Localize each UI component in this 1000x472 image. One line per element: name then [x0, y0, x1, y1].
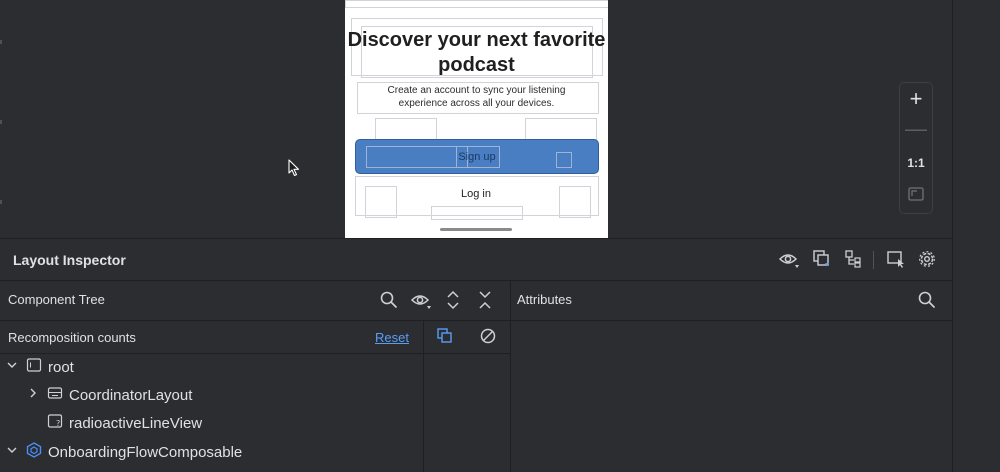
- skip-count-icon[interactable]: [479, 327, 499, 347]
- right-tool-strip: [952, 0, 1000, 472]
- tree-node-radioactivelineview[interactable]: ? radioactiveLineView: [47, 409, 202, 437]
- compose-icon: [26, 441, 42, 463]
- tree-node-label: CoordinatorLayout: [69, 386, 193, 404]
- layout-inspector-title: Layout Inspector: [13, 252, 126, 268]
- fit-screen-icon[interactable]: [900, 187, 932, 206]
- recomposition-counts-bar: Recomposition counts Reset: [0, 321, 510, 354]
- collapse-all-icon[interactable]: [476, 290, 496, 310]
- preview-headline: Discover your next favorite podcast: [347, 29, 606, 76]
- zoom-controls: + — 1:1: [899, 82, 933, 214]
- select-pointer-icon[interactable]: [886, 249, 906, 269]
- layout-inspector-header: Layout Inspector: [0, 238, 952, 281]
- attributes-title: Attributes: [517, 292, 572, 307]
- gesture-home-bar: [440, 228, 512, 231]
- gear-icon[interactable]: [917, 249, 937, 269]
- preview-subtitle: Create an account to sync your listening…: [387, 85, 566, 109]
- chevron-down-icon[interactable]: [6, 358, 18, 376]
- wireframe-box: [345, 0, 608, 8]
- reset-link[interactable]: Reset: [375, 330, 409, 345]
- mouse-cursor-icon: [288, 159, 300, 182]
- component-tree-panel: Component Tree Recomposition counts Rese…: [0, 280, 511, 472]
- snapshot-icon[interactable]: [812, 249, 832, 269]
- search-icon[interactable]: [917, 290, 937, 310]
- component-tree-title: Component Tree: [8, 292, 105, 307]
- layout-icon: [47, 385, 63, 406]
- chevron-right-icon[interactable]: [27, 386, 39, 404]
- component-tree-header: Component Tree: [0, 280, 510, 321]
- device-preview[interactable]: Discover your next favorite podcast Crea…: [345, 0, 608, 238]
- view-icon: [26, 357, 42, 378]
- eye-icon[interactable]: [778, 249, 799, 269]
- attributes-header: Attributes: [511, 280, 952, 321]
- recomposition-counts-label: Recomposition counts: [8, 330, 136, 345]
- expand-all-icon[interactable]: [444, 290, 464, 310]
- tree-node-coordinatorlayout[interactable]: CoordinatorLayout: [27, 381, 192, 409]
- wireframe-box: [525, 118, 597, 140]
- tree-node-label: radioactiveLineView: [69, 414, 203, 432]
- zoom-out-button[interactable]: —: [900, 117, 932, 141]
- tree-node-root[interactable]: root: [6, 353, 74, 381]
- zoom-in-button[interactable]: +: [900, 87, 932, 111]
- preview-login-button[interactable]: Log in: [355, 178, 597, 210]
- tree-node-label: root: [48, 358, 74, 376]
- search-icon[interactable]: [379, 290, 399, 310]
- device-canvas[interactable]: Discover your next favorite podcast Crea…: [0, 0, 952, 238]
- actual-size-button[interactable]: 1:1: [900, 156, 932, 170]
- chevron-down-icon[interactable]: [6, 443, 18, 461]
- wireframe-box: [556, 152, 572, 168]
- toolbar-separator: [873, 251, 874, 269]
- recomposition-count-icon[interactable]: [436, 327, 456, 347]
- preview-signup-button[interactable]: Sign up: [355, 139, 599, 174]
- svg-text:?: ?: [56, 419, 60, 428]
- layer-spacing-icon[interactable]: [844, 249, 864, 269]
- tree-column-divider: [423, 321, 424, 472]
- wireframe-box: [375, 118, 437, 140]
- attributes-panel: Attributes: [511, 280, 952, 472]
- eye-icon[interactable]: [410, 290, 431, 310]
- tree-node-onboardingflowcomposable[interactable]: OnboardingFlowComposable: [6, 438, 242, 466]
- unknown-view-icon: ?: [47, 413, 63, 434]
- login-label: Log in: [461, 188, 491, 200]
- signup-label: Sign up: [458, 150, 496, 163]
- tree-node-label: OnboardingFlowComposable: [48, 443, 243, 461]
- wireframe-box: [366, 146, 468, 168]
